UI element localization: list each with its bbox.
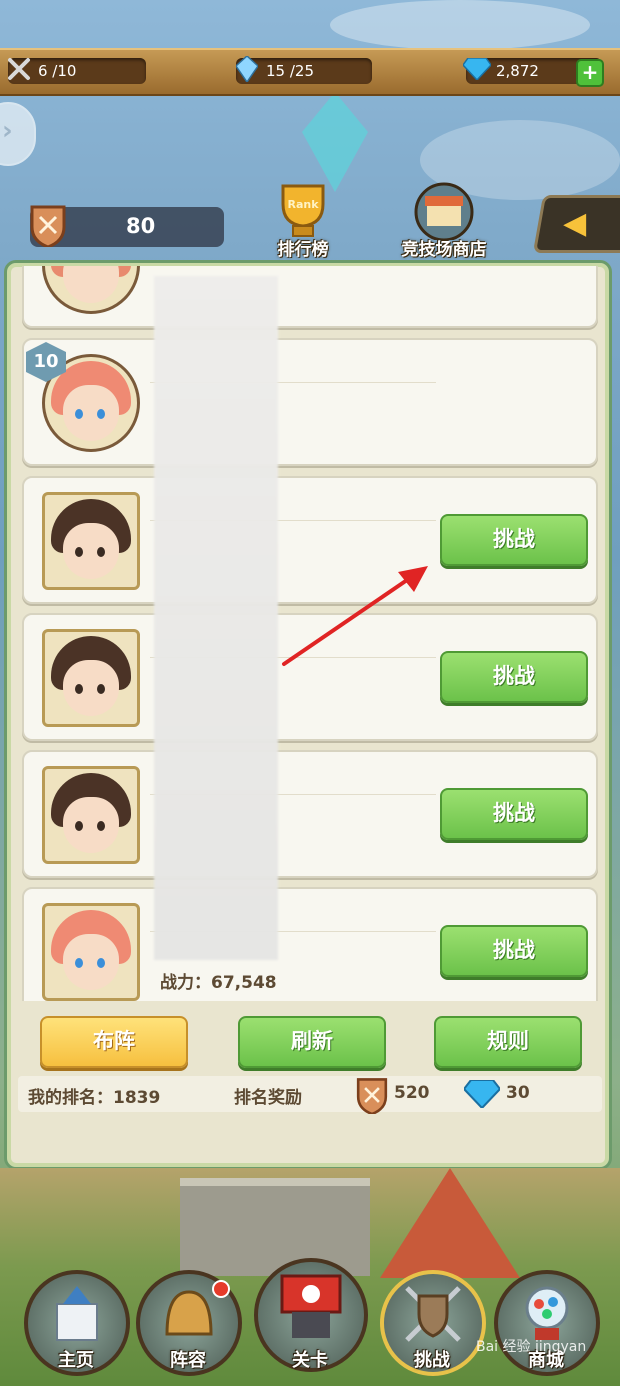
nav-team-label: 阵容 [170, 1350, 206, 1371]
arena-medal-icon [356, 1078, 388, 1114]
arena-score-value: 80 [126, 214, 156, 238]
resource-bar: 6 /10 15 /25 2,872 + [0, 48, 620, 96]
skull-flag-icon [280, 1274, 342, 1338]
trophy-icon: Rank [281, 184, 325, 237]
add-diamond-button[interactable]: + [576, 59, 604, 87]
diamond-icon [464, 1080, 500, 1108]
nav-team[interactable]: 阵容 [136, 1270, 242, 1376]
opponent-avatar [42, 266, 140, 314]
leaderboard-label: 排行榜 [277, 240, 329, 260]
arena-shop-label: 竞技场商店 [401, 240, 487, 260]
eye-shape [97, 684, 105, 694]
nav-stage-label: 关卡 [292, 1350, 328, 1371]
arrow-left-icon: ◀ [563, 206, 587, 241]
eye-shape [75, 547, 83, 557]
formation-button[interactable]: 布阵 [40, 1016, 188, 1068]
redacted-names-overlay [154, 276, 278, 960]
diamond-value: 2,872 [496, 62, 539, 80]
crystal-icon [232, 54, 262, 84]
face-shape [63, 934, 119, 990]
side-menu-tab[interactable]: › [0, 102, 36, 166]
opponent-card [22, 266, 598, 328]
back-button[interactable]: ◀ [532, 195, 620, 253]
nav-challenge-label: 挑战 [414, 1350, 450, 1371]
crystal-value: 15 /25 [266, 62, 314, 80]
trophy-rank-text: Rank [287, 198, 319, 211]
eye-shape [75, 821, 83, 831]
face-shape [63, 266, 119, 303]
rules-button[interactable]: 规则 [434, 1016, 582, 1068]
challenge-button[interactable]: 挑战 [440, 514, 588, 566]
eye-shape [75, 684, 83, 694]
swords-icon [4, 54, 34, 84]
shop-stall-icon [414, 182, 474, 240]
opponent-card: 10 [22, 338, 598, 466]
eye-shape [75, 958, 83, 968]
eye-shape [97, 821, 105, 831]
crystal-counter: 15 /25 [236, 56, 372, 84]
castle-icon [56, 1286, 98, 1341]
reward-medal-count: 520 [394, 1083, 430, 1103]
eye-shape [97, 409, 105, 419]
opponent-card: 挑战 [22, 476, 598, 604]
opponent-avatar [42, 903, 140, 1001]
opponent-card: 挑战 [22, 613, 598, 741]
opponent-avatar [42, 492, 140, 590]
nav-home[interactable]: 主页 [24, 1270, 130, 1376]
rank-reward-label: 排名奖励 [234, 1088, 302, 1108]
notification-dot [212, 1280, 230, 1298]
face-shape [63, 797, 119, 853]
refresh-button[interactable]: 刷新 [238, 1016, 386, 1068]
helmet-icon [165, 1290, 213, 1336]
gacha-machine-icon [525, 1286, 569, 1340]
watermark: Bai 经验 jingyan [476, 1339, 587, 1355]
face-shape [63, 523, 119, 579]
eye-shape [97, 958, 105, 968]
nav-stage[interactable]: 关卡 [254, 1258, 368, 1374]
cloud-decoration [330, 0, 590, 50]
opponent-avatar [42, 629, 140, 727]
face-shape [63, 660, 119, 716]
face-shape [63, 385, 119, 441]
shield-swords-icon [405, 1286, 461, 1342]
power-label: 战力：67,548 [160, 973, 277, 993]
nav-shop[interactable]: 商城 [494, 1270, 600, 1376]
challenge-button[interactable]: 挑战 [440, 925, 588, 977]
challenge-button[interactable]: 挑战 [440, 651, 588, 703]
arena-shop-button[interactable]: 竞技场商店 [394, 182, 494, 260]
opponent-list[interactable]: 10 挑战 挑战 挑战 挑战 [20, 266, 600, 1001]
leaderboard-button[interactable]: Rank 排行榜 [258, 182, 348, 260]
diamond-icon [462, 54, 492, 84]
stamina-counter: 6 /10 [8, 58, 146, 84]
arena-medal-icon [30, 205, 66, 247]
nav-home-label: 主页 [58, 1350, 94, 1371]
stamina-value: 6 /10 [38, 62, 77, 80]
eye-shape [75, 409, 83, 419]
my-rank-text: 我的排名：1839 [28, 1088, 161, 1108]
eye-shape [97, 547, 105, 557]
nav-challenge[interactable]: ⌄ 挑战 [380, 1258, 486, 1376]
reward-diamond-count: 30 [506, 1083, 530, 1103]
crystal-decoration [302, 92, 368, 192]
opponent-avatar [42, 766, 140, 864]
opponent-card: 挑战 [22, 887, 598, 1001]
chevron-right-icon: › [2, 116, 13, 146]
opponent-card: 挑战 [22, 750, 598, 878]
challenge-button[interactable]: 挑战 [440, 788, 588, 840]
